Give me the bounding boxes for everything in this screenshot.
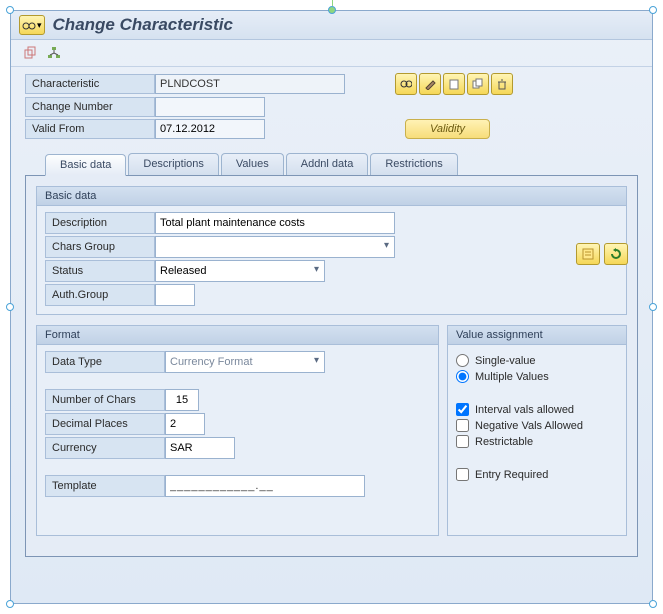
description-label: Description <box>45 212 155 234</box>
status-select[interactable] <box>155 260 325 282</box>
format-group-title: Format <box>37 326 438 345</box>
main-content: Characteristic Change Number Valid From … <box>11 67 652 563</box>
change-number-label: Change Number <box>25 97 155 117</box>
currency-label: Currency <box>45 437 165 459</box>
glasses-icon <box>22 19 36 31</box>
edit-icon[interactable] <box>419 73 441 95</box>
chars-group-select[interactable] <box>155 236 395 258</box>
entry-required-label: Entry Required <box>475 469 548 481</box>
selection-handle[interactable] <box>6 303 14 311</box>
interval-label: Interval vals allowed <box>475 404 574 416</box>
display-icon[interactable] <box>395 73 417 95</box>
multiple-values-label: Multiple Values <box>475 371 549 383</box>
side-action-icons <box>576 243 628 265</box>
tab-basic-data[interactable]: Basic data <box>45 154 126 176</box>
selection-handle[interactable] <box>6 6 14 14</box>
negative-label: Negative Vals Allowed <box>475 420 583 432</box>
basic-data-group-title: Basic data <box>37 187 626 206</box>
multiple-values-radio-row[interactable]: Multiple Values <box>456 370 618 383</box>
template-label: Template <box>45 475 165 497</box>
template-input[interactable] <box>165 475 365 497</box>
selection-handle[interactable] <box>649 6 657 14</box>
entry-required-checkbox[interactable] <box>456 468 469 481</box>
tab-values[interactable]: Values <box>221 153 284 175</box>
auth-group-input[interactable] <box>155 284 195 306</box>
delete-icon[interactable] <box>491 73 513 95</box>
data-type-label: Data Type <box>45 351 165 373</box>
interval-check-row[interactable]: Interval vals allowed <box>456 403 618 416</box>
validity-button[interactable]: Validity <box>405 119 490 139</box>
tab-descriptions[interactable]: Descriptions <box>128 153 219 175</box>
rotate-line <box>332 0 333 6</box>
sap-window: ▾ Change Characteristic Characteristic C… <box>10 10 653 604</box>
valid-from-input[interactable] <box>155 119 265 139</box>
chars-group-label: Chars Group <box>45 236 155 258</box>
title-bar: ▾ Change Characteristic <box>11 11 652 40</box>
basic-data-group: Basic data Description Chars Group Statu… <box>36 186 627 315</box>
copy-from-icon[interactable] <box>21 44 39 62</box>
selection-handle[interactable] <box>649 303 657 311</box>
secondary-toolbar <box>11 40 652 67</box>
note-icon[interactable] <box>576 243 600 265</box>
display-change-toggle-button[interactable]: ▾ <box>19 15 45 35</box>
multiple-values-radio[interactable] <box>456 370 469 383</box>
refresh-icon[interactable] <box>604 243 628 265</box>
decimal-places-input[interactable] <box>165 413 205 435</box>
characteristic-input[interactable] <box>155 74 345 94</box>
header-fields: Characteristic Change Number Valid From … <box>25 73 638 139</box>
selection-handle[interactable] <box>649 600 657 608</box>
description-input[interactable] <box>155 212 395 234</box>
value-assignment-title: Value assignment <box>448 326 626 345</box>
restrictable-check-row[interactable]: Restrictable <box>456 435 618 448</box>
negative-checkbox[interactable] <box>456 419 469 432</box>
tab-strip: Basic data Descriptions Values Addnl dat… <box>25 153 638 176</box>
page-title: Change Characteristic <box>53 15 233 35</box>
format-group: Format Data Type Number of Chars Decima <box>36 325 439 536</box>
status-label: Status <box>45 260 155 282</box>
single-value-label: Single-value <box>475 355 536 367</box>
copy-icon[interactable] <box>467 73 489 95</box>
change-number-input[interactable] <box>155 97 265 117</box>
currency-input[interactable] <box>165 437 235 459</box>
data-type-select[interactable] <box>165 351 325 373</box>
num-chars-input[interactable] <box>165 389 199 411</box>
num-chars-label: Number of Chars <box>45 389 165 411</box>
restrictable-checkbox[interactable] <box>456 435 469 448</box>
structure-icon[interactable] <box>45 44 63 62</box>
interval-checkbox[interactable] <box>456 403 469 416</box>
lower-groups: Format Data Type Number of Chars Decima <box>36 325 627 546</box>
tab-restrictions[interactable]: Restrictions <box>370 153 457 175</box>
rotate-handle[interactable] <box>328 6 336 14</box>
entry-required-check-row[interactable]: Entry Required <box>456 468 618 481</box>
auth-group-label: Auth.Group <box>45 284 155 306</box>
negative-check-row[interactable]: Negative Vals Allowed <box>456 419 618 432</box>
header-icon-strip <box>395 73 638 95</box>
value-assignment-group: Value assignment Single-value Multiple V… <box>447 325 627 536</box>
tab-panel-basic: Basic data Description Chars Group Statu… <box>25 176 638 557</box>
decimal-places-label: Decimal Places <box>45 413 165 435</box>
characteristic-label: Characteristic <box>25 74 155 94</box>
dropdown-caret-icon: ▾ <box>37 20 42 31</box>
single-value-radio[interactable] <box>456 354 469 367</box>
tab-addnl-data[interactable]: Addnl data <box>286 153 369 175</box>
restrictable-label: Restrictable <box>475 436 533 448</box>
valid-from-label: Valid From <box>25 119 155 139</box>
create-icon[interactable] <box>443 73 465 95</box>
single-value-radio-row[interactable]: Single-value <box>456 354 618 367</box>
selection-handle[interactable] <box>6 600 14 608</box>
